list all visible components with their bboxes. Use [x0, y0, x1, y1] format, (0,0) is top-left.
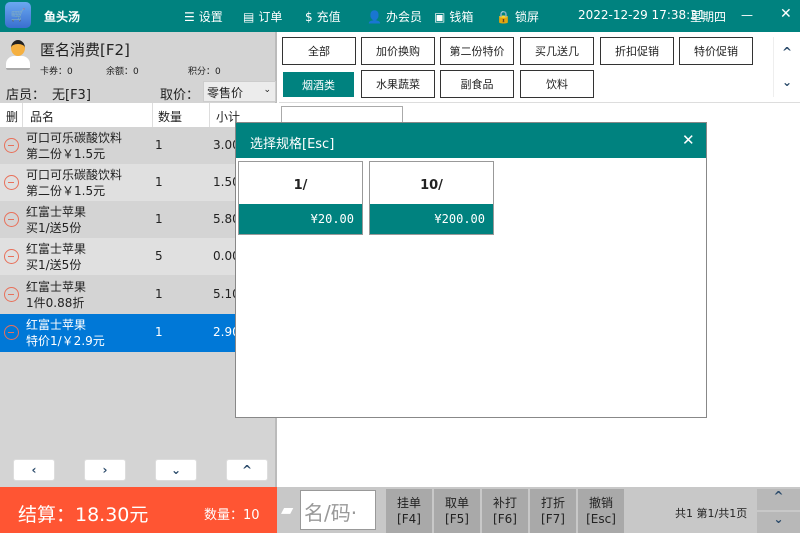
- menu-lock[interactable]: 🔒 锁屏: [496, 8, 539, 25]
- search-input[interactable]: 名/码·: [300, 490, 376, 530]
- category-button[interactable]: 饮料: [520, 70, 594, 98]
- item-qty: 1: [155, 138, 163, 152]
- scroll-down-button[interactable]: ⌄: [155, 459, 197, 481]
- item-qty: 1: [155, 212, 163, 226]
- item-qty: 5: [155, 249, 163, 263]
- item-name: 红富士苹果: [26, 280, 87, 294]
- item-name: 可口可乐碳酸饮料: [26, 131, 123, 145]
- user-icon: 👤: [367, 9, 382, 24]
- menu-member[interactable]: 👤 办会员: [367, 8, 422, 25]
- cart-logo-icon: 🛒: [5, 2, 31, 28]
- scanner-icon: ▰: [281, 500, 294, 519]
- scroll-up-button[interactable]: ^: [226, 459, 268, 481]
- item-promo: 1件0.88折: [26, 296, 85, 310]
- chevron-up-icon[interactable]: ^: [774, 37, 800, 67]
- next-page-button[interactable]: ›: [84, 459, 126, 481]
- function-button[interactable]: 撤销 [Esc]: [578, 489, 624, 533]
- item-name: 红富士苹果: [26, 242, 87, 256]
- datetime: 2022-12-29 17:38:31: [578, 8, 706, 22]
- function-button[interactable]: 打折 [F7]: [530, 489, 576, 533]
- minimize-button[interactable]: —: [741, 8, 753, 22]
- lock-icon: 🔒: [496, 9, 511, 24]
- customer-name[interactable]: 匿名消费[F2]: [40, 39, 130, 60]
- spec-option[interactable]: 10/¥200.00: [369, 161, 494, 235]
- top-bar: 🛒 鱼头汤 ☰ 设置 ▤ 订单 $ 充值 👤 办会员 ▣ 钱箱 🔒 锁屏 2022-12-2…: [0, 0, 800, 32]
- item-promo: 特价1/￥2.9元: [26, 334, 105, 348]
- item-promo: 买1/送5份: [26, 258, 82, 272]
- price-type-select[interactable]: 零售价 ⌄: [203, 81, 276, 102]
- category-button[interactable]: 全部: [282, 37, 356, 65]
- item-count: 数量：10: [204, 508, 260, 523]
- delete-icon[interactable]: [4, 325, 19, 340]
- category-button[interactable]: 副食品: [440, 70, 514, 98]
- function-button[interactable]: 取单 [F5]: [434, 489, 480, 533]
- checkout-bar[interactable]: 结算：18.30元 数量：10: [0, 487, 277, 533]
- chevron-down-icon: ⌄: [263, 85, 271, 95]
- item-qty: 1: [155, 287, 163, 301]
- item-name: 红富士苹果: [26, 205, 87, 219]
- category-button[interactable]: 买几送几: [520, 37, 594, 65]
- cashbox-icon: ▣: [434, 9, 446, 24]
- document-icon: ▤: [243, 9, 255, 24]
- menu-settings[interactable]: ☰ 设置: [184, 8, 223, 25]
- category-button[interactable]: 水果蔬菜: [361, 70, 435, 98]
- item-promo: 买1/送5份: [26, 221, 82, 235]
- spec-option[interactable]: 1/¥20.00: [238, 161, 363, 235]
- close-button[interactable]: ✕: [780, 6, 792, 22]
- item-qty: 1: [155, 325, 163, 339]
- chevron-down-icon[interactable]: ⌄: [774, 67, 800, 97]
- menu-orders[interactable]: ▤ 订单: [243, 8, 282, 25]
- avatar: [6, 40, 30, 76]
- category-button[interactable]: 加价换购: [361, 37, 435, 65]
- balance: 余额：0: [106, 67, 139, 77]
- menu-recharge[interactable]: $ 充值: [305, 8, 341, 25]
- dialog-header: 选择规格[Esc] ✕: [236, 123, 706, 158]
- staff-label: 店员：: [6, 88, 46, 103]
- checkout-total[interactable]: 结算：18.30元: [18, 500, 148, 527]
- function-button[interactable]: 补打 [F6]: [482, 489, 528, 533]
- delete-icon[interactable]: [4, 212, 19, 227]
- delete-icon[interactable]: [4, 249, 19, 264]
- money-bag-icon: $: [305, 9, 313, 24]
- page-down-button[interactable]: ⌄: [757, 512, 800, 533]
- page-info: 共1 第1/共1页: [675, 507, 748, 520]
- item-name: 可口可乐碳酸饮料: [26, 168, 123, 182]
- points: 积分：0: [188, 67, 221, 77]
- item-name: 红富士苹果: [26, 318, 87, 332]
- category-button[interactable]: 烟酒类: [283, 72, 354, 97]
- dialog-title: 选择规格[Esc]: [250, 137, 335, 152]
- delete-icon[interactable]: [4, 175, 19, 190]
- menu-cashbox[interactable]: ▣ 钱箱: [434, 8, 473, 25]
- staff-value[interactable]: 无[F3]: [52, 84, 91, 103]
- category-button[interactable]: 特价促销: [679, 37, 753, 65]
- item-promo: 第二份￥1.5元: [26, 184, 106, 198]
- page-up-button[interactable]: ^: [757, 489, 800, 510]
- coupon-count: 卡券：0: [40, 67, 73, 77]
- weekday: 星期四: [690, 10, 727, 24]
- item-qty: 1: [155, 175, 163, 189]
- dialog-close-button[interactable]: ✕: [682, 131, 695, 149]
- item-promo: 第二份￥1.5元: [26, 147, 106, 161]
- function-button[interactable]: 挂单 [F4]: [386, 489, 432, 533]
- price-label: 取价：: [160, 88, 200, 103]
- category-scroll: ^ ⌄: [773, 37, 800, 97]
- menu-icon: ☰: [184, 9, 195, 24]
- app-title: 鱼头汤: [44, 10, 81, 24]
- category-button[interactable]: 第二份特价: [440, 37, 514, 65]
- category-button[interactable]: 折扣促销: [600, 37, 674, 65]
- delete-icon[interactable]: [4, 287, 19, 302]
- delete-icon[interactable]: [4, 138, 19, 153]
- prev-page-button[interactable]: ‹: [13, 459, 55, 481]
